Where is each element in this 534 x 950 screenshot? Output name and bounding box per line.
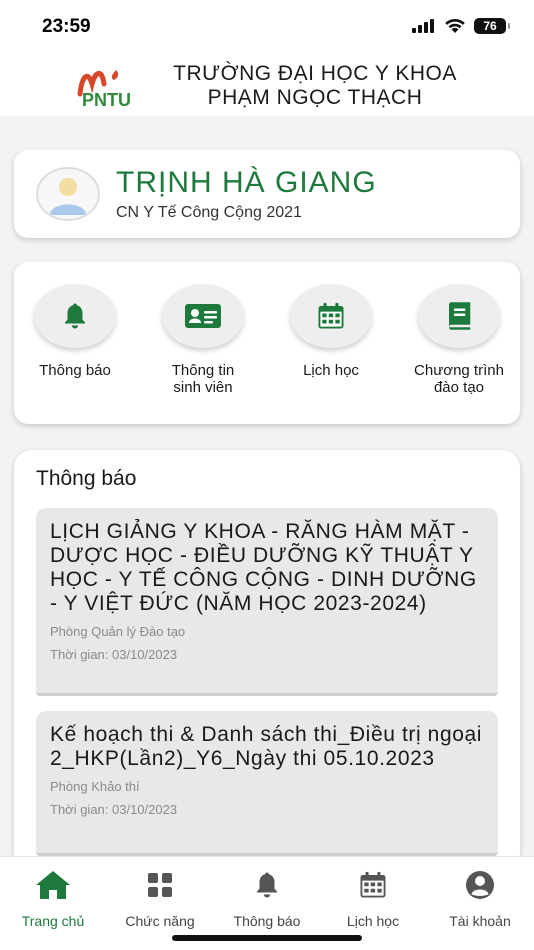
calendar-icon (318, 302, 344, 329)
news-item-time: Thời gian: 03/10/2023 (50, 647, 178, 662)
news-item-department: Phòng Quản lý Đào tạo (50, 624, 186, 639)
wifi-icon (445, 18, 465, 33)
school-name-line1: TRƯỜNG ĐẠI HỌC Y KHOA (173, 62, 457, 85)
menu-label-line1: Thông báo (39, 362, 111, 379)
status-bar: 23:59 76 (0, 0, 534, 56)
nav-tab-schedule[interactable]: Lịch học (320, 869, 426, 929)
status-time: 23:59 (42, 16, 91, 37)
signal-icon (412, 19, 434, 33)
school-logo: PNTU (77, 70, 131, 108)
book-icon (449, 302, 471, 330)
news-item[interactable]: Kế hoạch thi & Danh sách thi_Điều trị ng… (36, 711, 498, 856)
student-name: TRỊNH HÀ GIANG (116, 166, 377, 199)
avatar (36, 167, 100, 221)
menu-icon-circle[interactable] (290, 284, 372, 348)
menu-item-notifications[interactable]: Thông báo (11, 284, 139, 379)
menu-label-line2: sinh viên (173, 379, 233, 396)
news-section: Thông báo LỊCH GIẢNG Y KHOA - RĂNG HÀM M… (14, 450, 520, 870)
news-item[interactable]: LỊCH GIẢNG Y KHOA - RĂNG HÀM MẶT - DƯỢC … (36, 508, 498, 696)
news-item-title: Kế hoạch thi & Danh sách thi_Điều trị ng… (50, 723, 483, 770)
school-name: TRƯỜNG ĐẠI HỌC Y KHOA PHẠM NGỌC THẠCH (150, 62, 480, 110)
menu-item-student-info[interactable]: Thông tin sinh viên (139, 284, 267, 396)
nav-label: Chức năng (125, 913, 195, 929)
student-class: CN Y Tế Công Cộng 2021 (116, 204, 302, 221)
logo-text: PNTU (82, 90, 131, 108)
bell-icon (65, 303, 85, 329)
home-icon (0, 869, 106, 901)
menu-icon-circle[interactable] (34, 284, 116, 348)
menu-icon-circle[interactable] (418, 284, 500, 348)
menu-icon-circle[interactable] (162, 284, 244, 348)
nav-tab-home[interactable]: Trang chủ (0, 869, 106, 929)
grid-icon (107, 869, 213, 901)
nav-tab-functions[interactable]: Chức năng (107, 869, 213, 929)
menu-item-curriculum[interactable]: Chương trình đào tạo (395, 284, 523, 396)
battery-icon: 76 (474, 18, 510, 34)
calendar-icon (320, 869, 426, 901)
app-header: PNTU TRƯỜNG ĐẠI HỌC Y KHOA PHẠM NGỌC THẠ… (0, 56, 534, 116)
nav-label: Tài khoản (449, 913, 511, 929)
menu-item-schedule[interactable]: Lịch học (267, 284, 395, 379)
user-avatar-icon (50, 178, 86, 215)
nav-tab-notifications[interactable]: Thông báo (214, 869, 320, 929)
battery-level: 76 (483, 19, 497, 33)
bell-icon (214, 869, 320, 901)
home-indicator[interactable] (172, 935, 362, 941)
feature-menu: Thông báo Thông tin sinh viên Lịch học C… (14, 262, 520, 424)
school-name-line2: PHẠM NGỌC THẠCH (207, 86, 423, 109)
profile-card[interactable]: TRỊNH HÀ GIANG CN Y Tế Công Cộng 2021 (14, 150, 520, 238)
nav-label: Lịch học (346, 913, 400, 929)
news-item-time: Thời gian: 03/10/2023 (50, 802, 178, 817)
menu-label-line1: Lịch học (303, 362, 359, 379)
menu-label: Thông tin sinh viên (139, 362, 267, 396)
menu-label-line2: đào tạo (433, 379, 485, 396)
news-item-title: LỊCH GIẢNG Y KHOA - RĂNG HÀM MẶT - DƯỢC … (50, 520, 477, 615)
id-card-icon (185, 304, 221, 328)
menu-label-line1: Thông tin (171, 362, 235, 379)
menu-label-line1: Chương trình (414, 362, 504, 379)
news-item-department: Phòng Khảo thí (50, 779, 140, 794)
menu-label: Chương trình đào tạo (395, 362, 523, 396)
menu-label: Lịch học (267, 362, 395, 379)
news-section-title: Thông báo (36, 467, 137, 490)
menu-label: Thông báo (11, 362, 139, 379)
status-icons: 76 (412, 18, 510, 34)
nav-label: Thông báo (233, 913, 301, 929)
nav-label: Trang chủ (21, 913, 85, 929)
nav-tab-account[interactable]: Tài khoản (427, 869, 533, 929)
account-icon (427, 869, 533, 901)
